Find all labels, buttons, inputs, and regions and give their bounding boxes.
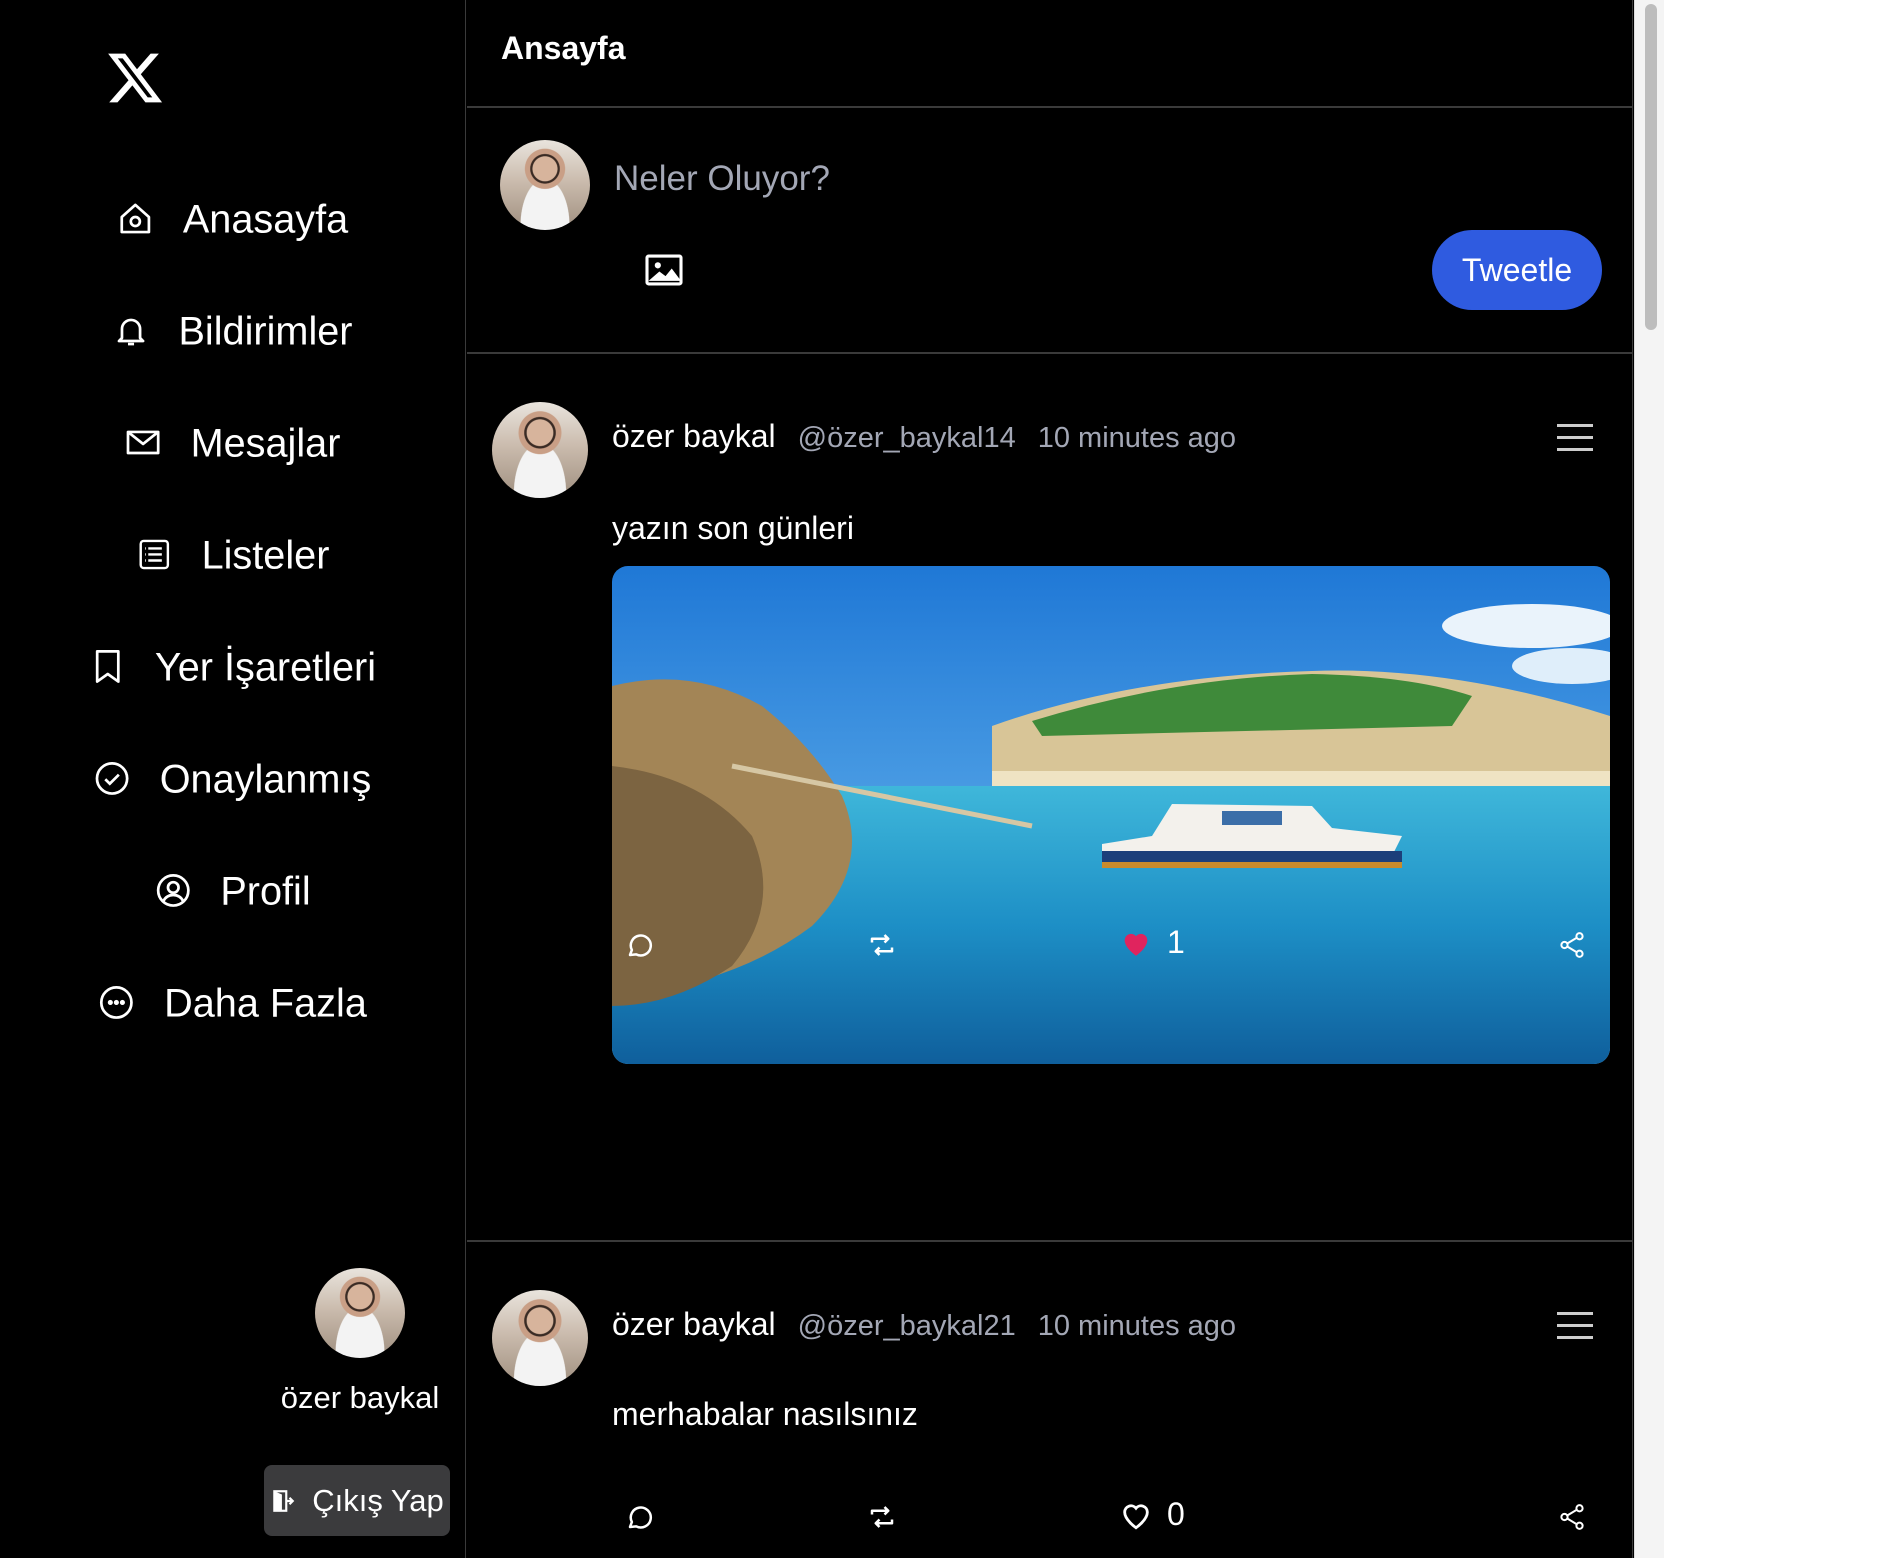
blank-panel	[1664, 0, 1880, 1558]
share-button[interactable]	[1557, 1502, 1587, 1532]
comment-icon	[628, 1506, 653, 1529]
sidebar-item-more[interactable]: Daha Fazla	[0, 968, 465, 1037]
tweet-header: özer baykal @özer_baykal21 10 minutes ag…	[612, 1306, 1236, 1343]
share-button[interactable]	[1557, 930, 1587, 960]
hamburger-menu-icon[interactable]	[1555, 422, 1595, 454]
tweet-text: merhabalar nasılsınız	[612, 1396, 918, 1432]
logout-label: Çıkış Yap	[312, 1482, 444, 1518]
sidebar-item-notifications[interactable]: Bildirimler	[0, 296, 465, 365]
comment-icon	[628, 934, 653, 957]
tweet-timestamp: 10 minutes ago	[1037, 1310, 1237, 1342]
tweet-timestamp: 10 minutes ago	[1037, 422, 1237, 454]
sidebar-item-messages[interactable]: Mesajlar	[0, 408, 465, 477]
divider	[467, 106, 1632, 108]
main-feed: Ansayfa Tweetle özer baykal @özer_baykal…	[467, 0, 1633, 1558]
sidebar-item-label: Mesajlar	[190, 420, 341, 465]
avatar[interactable]	[492, 1290, 588, 1386]
home-icon	[120, 203, 151, 234]
avatar[interactable]	[492, 402, 588, 498]
image-upload-icon[interactable]	[645, 253, 683, 287]
like-count: 1	[1167, 924, 1185, 960]
tweet-text: yazın son günleri	[612, 510, 854, 546]
retweet-icon	[870, 934, 894, 956]
check-circle-icon	[95, 762, 129, 795]
compose-input[interactable]	[612, 150, 1376, 208]
tweet-header: özer baykal @özer_baykal14 10 minutes ag…	[612, 418, 1236, 455]
user-name: özer baykal	[280, 1380, 440, 1415]
sidebar-item-lists[interactable]: Listeler	[0, 520, 465, 589]
scrollbar-thumb[interactable]	[1645, 4, 1657, 330]
sidebar-item-label: Daha Fazla	[164, 980, 367, 1025]
sidebar-item-label: Onaylanmış	[159, 756, 372, 801]
share-icon	[1560, 1504, 1584, 1530]
reply-button[interactable]	[625, 930, 655, 960]
tweet-author-handle[interactable]: @özer_baykal21	[798, 1310, 1016, 1343]
sidebar-item-label: Profil	[220, 868, 311, 913]
list-icon	[139, 539, 169, 570]
sidebar-item-home[interactable]: Anasayfa	[0, 184, 465, 253]
heart-outline-icon	[1123, 1503, 1149, 1529]
x-logo-icon[interactable]	[105, 48, 165, 108]
tweet-author-name[interactable]: özer baykal	[612, 418, 776, 455]
tweet-author-handle[interactable]: @özer_baykal14	[798, 422, 1016, 455]
avatar[interactable]	[315, 1268, 405, 1358]
divider	[467, 1240, 1632, 1242]
reply-button[interactable]	[625, 1502, 655, 1532]
sidebar-item-label: Yer İşaretleri	[154, 644, 377, 689]
retweet-button[interactable]	[867, 1502, 897, 1532]
door-exit-icon	[273, 1489, 295, 1512]
sidebar-item-profile[interactable]: Profil	[0, 856, 465, 925]
like-count: 0	[1167, 1496, 1185, 1532]
like-button[interactable]: 0	[1119, 1496, 1185, 1533]
sidebar-item-label: Anasayfa	[182, 196, 349, 241]
sidebar: Anasayfa Bildirimler Mesajlar Listeler Y…	[0, 0, 466, 1558]
retweet-button[interactable]	[867, 930, 897, 960]
sidebar-item-label: Bildirimler	[178, 308, 353, 353]
scrollbar[interactable]	[1634, 0, 1665, 1558]
hamburger-menu-icon[interactable]	[1555, 1310, 1595, 1342]
current-user[interactable]: özer baykal	[260, 1268, 460, 1416]
bookmark-icon	[95, 650, 120, 683]
avatar[interactable]	[500, 140, 590, 230]
sidebar-item-bookmarks[interactable]: Yer İşaretleri	[0, 632, 465, 701]
like-button[interactable]: 1	[1119, 924, 1185, 961]
mail-icon	[126, 430, 160, 455]
bell-icon	[117, 318, 145, 346]
sidebar-item-verified[interactable]: Onaylanmış	[0, 744, 465, 813]
tweet-button[interactable]: Tweetle	[1432, 230, 1602, 310]
heart-filled-icon	[1124, 933, 1148, 956]
more-circle-icon	[100, 986, 134, 1019]
page-title: Ansayfa	[501, 30, 626, 66]
tweet-image[interactable]	[612, 566, 1610, 1064]
tweet-author-name[interactable]: özer baykal	[612, 1306, 776, 1343]
logout-button[interactable]: Çıkış Yap	[264, 1465, 450, 1536]
retweet-icon	[870, 1506, 894, 1528]
user-circle-icon	[156, 874, 190, 907]
sidebar-item-label: Listeler	[201, 532, 330, 577]
share-icon	[1560, 932, 1584, 958]
divider	[467, 352, 1632, 354]
